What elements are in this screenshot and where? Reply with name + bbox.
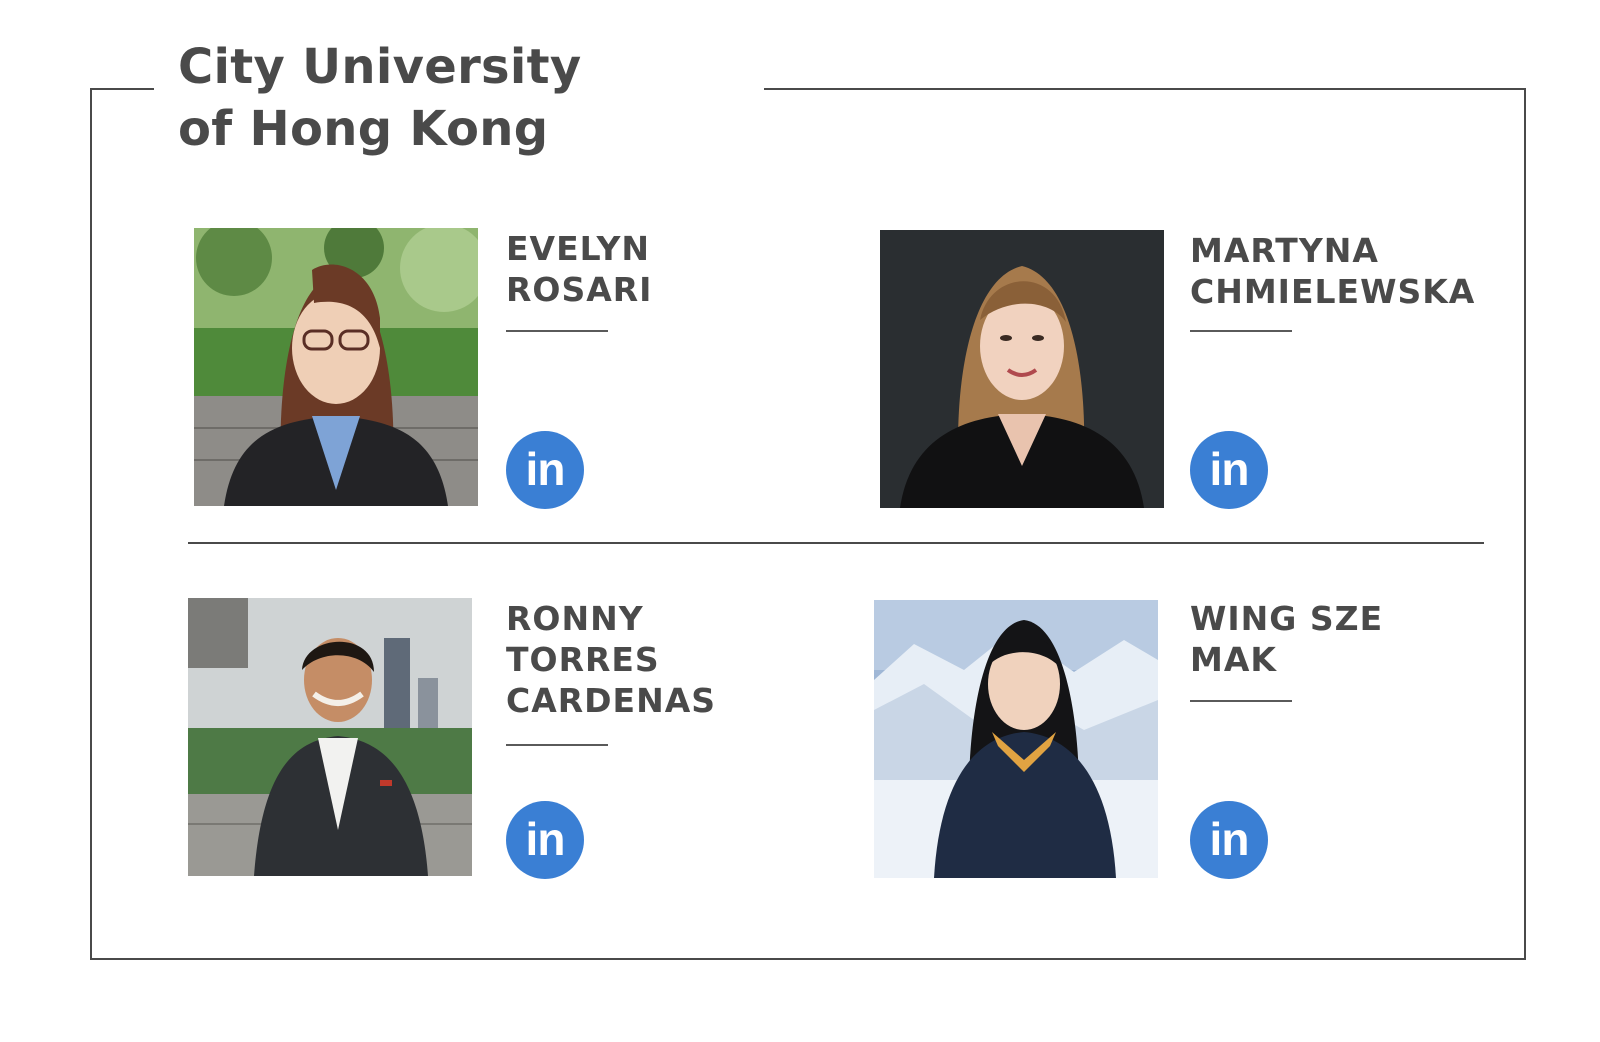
linkedin-icon: in	[525, 443, 566, 495]
person-name: MARTYNA CHMIELEWSKA	[1190, 230, 1475, 312]
linkedin-button[interactable]: in	[506, 431, 584, 509]
frame-border-left	[90, 88, 92, 960]
linkedin-button[interactable]: in	[1190, 801, 1268, 879]
person-name-line2: TORRES	[506, 640, 660, 679]
name-underline	[1190, 700, 1292, 702]
frame-border-bottom	[90, 958, 1526, 960]
linkedin-button[interactable]: in	[1190, 431, 1268, 509]
person-name: RONNY TORRES CARDENAS	[506, 598, 716, 721]
row-divider	[188, 542, 1484, 544]
linkedin-button[interactable]: in	[506, 801, 584, 879]
person-name-line2: ROSARI	[506, 270, 653, 309]
frame-border-right	[1524, 88, 1526, 960]
university-title: City University of Hong Kong	[178, 36, 582, 160]
person-name-line1: WING SZE	[1190, 599, 1384, 638]
university-title-line1: City University	[178, 39, 582, 95]
frame-border-top-right	[764, 88, 1526, 90]
person-name-line1: EVELYN	[506, 229, 651, 268]
person-name: EVELYN ROSARI	[506, 228, 652, 310]
profile-photo	[188, 598, 472, 876]
name-underline	[506, 330, 608, 332]
team-section: City University of Hong Kong EVELYN ROSA…	[0, 0, 1600, 1042]
person-name-line1: RONNY	[506, 599, 644, 638]
person-name-line1: MARTYNA	[1190, 231, 1379, 270]
name-underline	[1190, 330, 1292, 332]
profile-photo	[880, 230, 1164, 508]
profile-photo	[874, 600, 1158, 878]
linkedin-icon: in	[525, 813, 566, 865]
linkedin-icon: in	[1209, 443, 1250, 495]
frame-border-top-left	[90, 88, 154, 90]
university-title-line2: of Hong Kong	[178, 101, 549, 157]
person-name-line2: MAK	[1190, 640, 1277, 679]
profile-photo	[194, 228, 478, 506]
person-name-line2: CHMIELEWSKA	[1190, 272, 1476, 311]
person-name: WING SZE MAK	[1190, 598, 1383, 680]
name-underline	[506, 744, 608, 746]
linkedin-icon: in	[1209, 813, 1250, 865]
person-name-line3: CARDENAS	[506, 681, 717, 720]
